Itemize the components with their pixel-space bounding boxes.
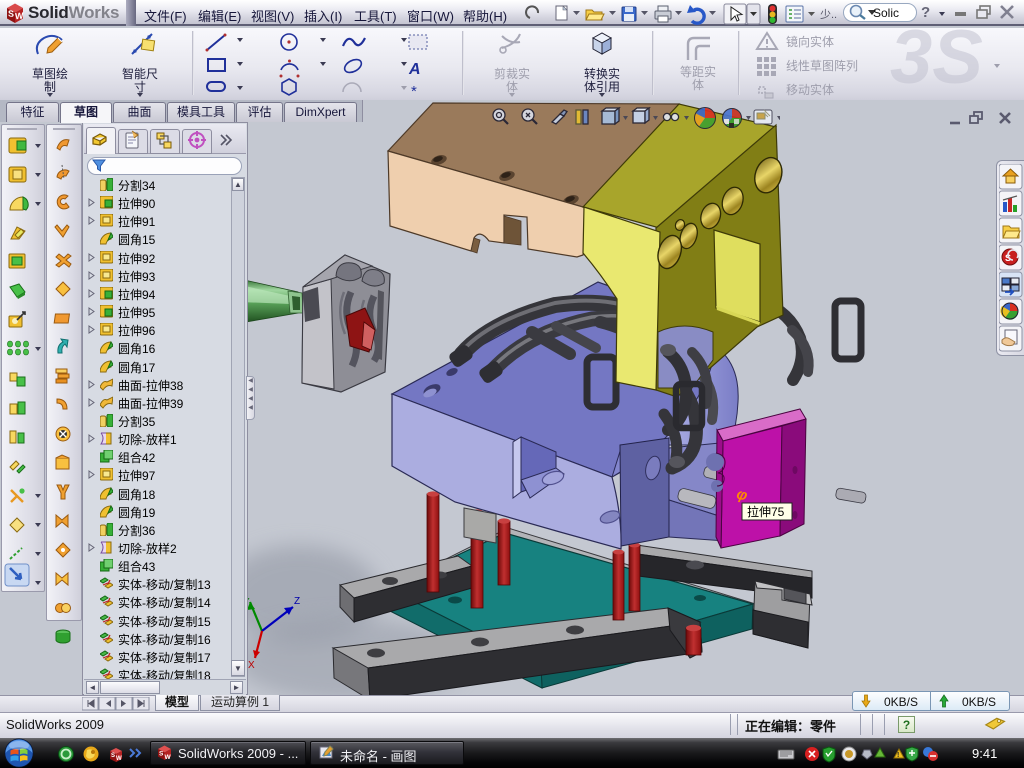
svg-text:!: ! [897, 752, 899, 759]
svg-text:少..: 少.. [820, 8, 837, 21]
svg-text:W: W [116, 756, 122, 762]
svg-text:Z: Z [294, 596, 300, 607]
svg-text:*: * [411, 83, 417, 98]
svg-text:A: A [408, 61, 421, 78]
svg-text:S: S [111, 753, 115, 759]
svg-text:W: W [15, 10, 24, 21]
svg-text:W: W [165, 754, 172, 761]
svg-text:S: S [8, 8, 14, 19]
svg-text:拉伸75: 拉伸75 [747, 504, 785, 519]
svg-text:S: S [159, 751, 164, 758]
svg-text:X: X [248, 660, 255, 671]
